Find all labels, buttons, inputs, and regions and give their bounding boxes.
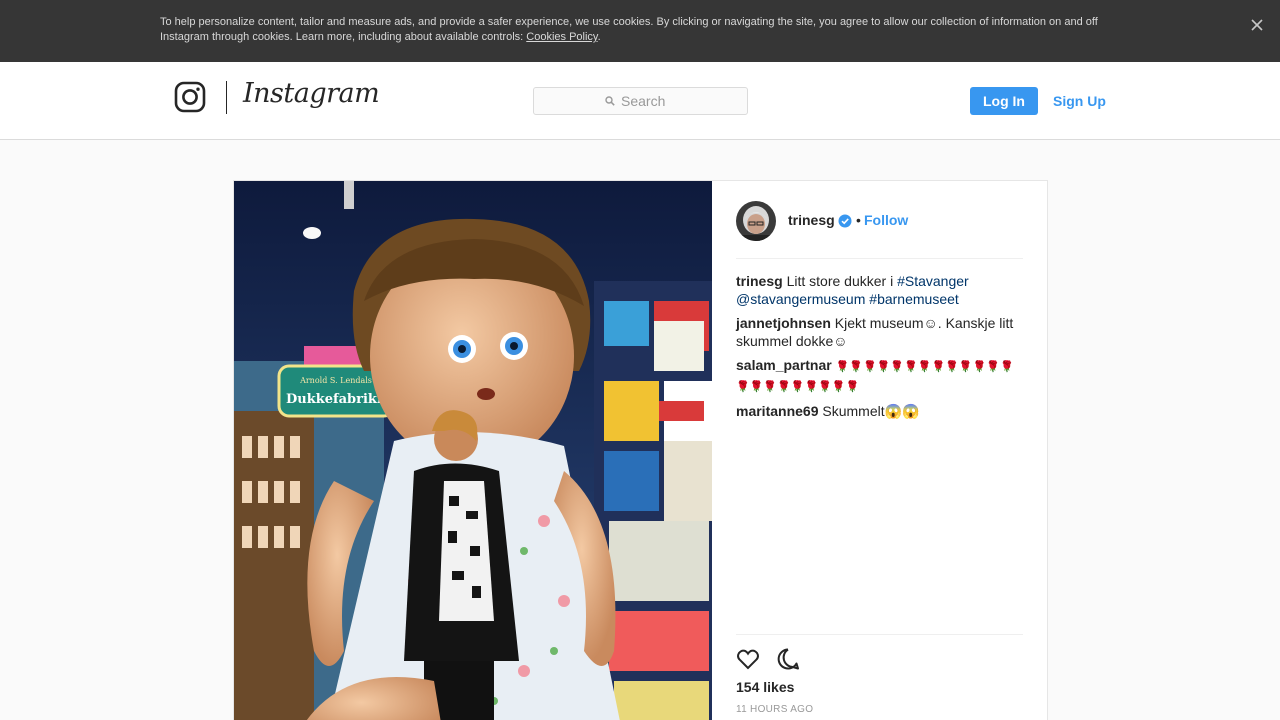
close-icon[interactable] [1248, 16, 1266, 34]
hashtag-link[interactable]: #barnemuseet [869, 291, 959, 307]
likes-count[interactable]: 154 likes [736, 679, 794, 695]
hashtag-link[interactable]: #Stavanger [897, 273, 969, 289]
cookie-text: To help personalize content, tailor and … [160, 15, 1120, 45]
cookie-banner: To help personalize content, tailor and … [0, 0, 1280, 62]
doll-museum-photo: Arnold S. Lendals Dukkefabrikk [234, 181, 712, 720]
avatar[interactable] [736, 201, 776, 241]
caption: trinesg Litt store dukker i #Stavanger @… [736, 272, 1023, 308]
separator-dot: • [856, 212, 861, 228]
mention-link[interactable]: @stavangermuseum [736, 291, 865, 307]
comment: salam_partnar 🌹🌹🌹🌹🌹🌹🌹🌹🌹🌹🌹🌹🌹🌹🌹🌹🌹🌹🌹🌹🌹🌹 [736, 356, 1023, 396]
cookies-policy-link[interactable]: Cookies Policy [526, 31, 597, 43]
login-button[interactable]: Log In [970, 87, 1038, 115]
verified-badge-icon [838, 214, 852, 228]
comment-username[interactable]: salam_partnar [736, 357, 832, 373]
heart-icon[interactable] [736, 647, 760, 671]
comment: maritanne69 Skummelt😱😱 [736, 402, 1023, 420]
comment-username[interactable]: maritanne69 [736, 403, 818, 419]
post-header: trinesg • Follow [736, 201, 1023, 259]
caption-username[interactable]: trinesg [736, 273, 783, 289]
comment-text: Skummelt😱😱 [822, 403, 920, 419]
top-nav: Instagram Search Log In Sign Up [0, 62, 1280, 140]
post-card: Arnold S. Lendals Dukkefabrikk trinesg •… [233, 180, 1048, 720]
follow-button[interactable]: Follow [864, 212, 908, 228]
signup-link[interactable]: Sign Up [1053, 87, 1106, 115]
comment: jannetjohnsen Kjekt museum☺. Kanskje lit… [736, 314, 1023, 350]
logo-divider [226, 81, 227, 114]
post-sidebar: trinesg • Follow trinesg Litt store dukk… [712, 181, 1048, 720]
search-icon [605, 96, 615, 106]
comment-username[interactable]: jannetjohnsen [736, 315, 831, 331]
post-photo[interactable]: Arnold S. Lendals Dukkefabrikk [234, 181, 712, 720]
cookie-period: . [597, 31, 601, 43]
comment-bubble-icon[interactable] [776, 647, 800, 671]
search-placeholder: Search [621, 93, 666, 109]
search-input[interactable]: Search [533, 87, 748, 115]
post-timestamp: 11 HOURS AGO [736, 704, 814, 715]
sign-line2: Dukkefabrikk [286, 392, 387, 407]
post-actions: 154 likes 11 HOURS AGO [736, 634, 1023, 715]
sign-line1: Arnold S. Lendals [299, 376, 372, 385]
cookie-message: To help personalize content, tailor and … [160, 16, 1098, 43]
instagram-glyph-icon[interactable] [174, 81, 206, 113]
post-author-username[interactable]: trinesg [788, 212, 835, 228]
instagram-wordmark[interactable]: Instagram [243, 78, 380, 109]
caption-text: Litt store dukker i [786, 273, 898, 289]
comments-list: trinesg Litt store dukker i #Stavanger @… [736, 272, 1023, 426]
